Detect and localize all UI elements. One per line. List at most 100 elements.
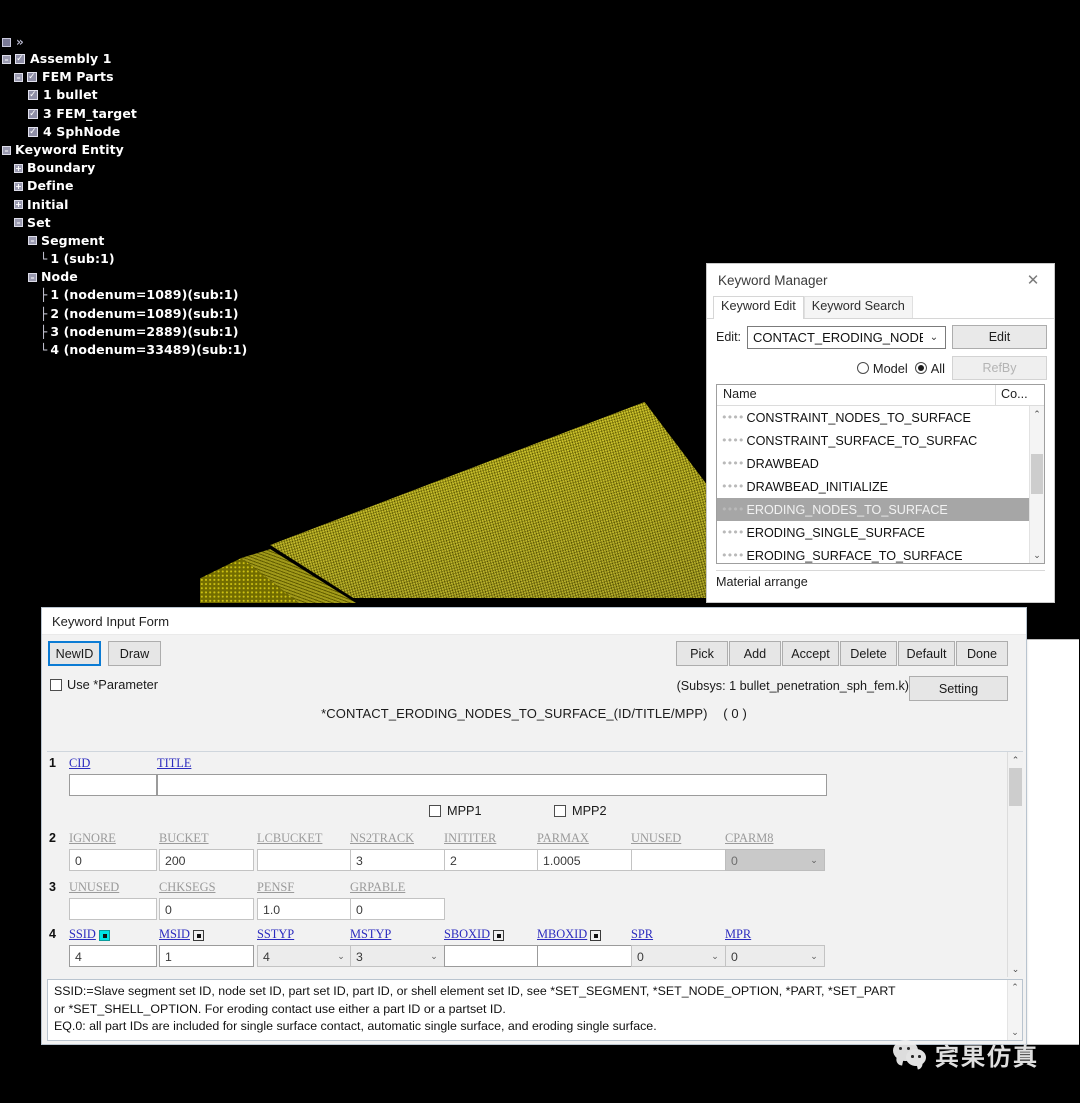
field-picker-icon-ssid[interactable]	[98, 929, 110, 941]
field-input-sboxid[interactable]	[444, 945, 539, 967]
tree-item-fem-parts[interactable]: FEM Parts	[0, 68, 330, 86]
form-scroll-up-icon[interactable]: ⌃	[1008, 752, 1023, 768]
chevron-down-icon[interactable]: ⌄	[705, 951, 725, 962]
help-text-box[interactable]: SSID:=Slave segment set ID, node set ID,…	[47, 979, 1023, 1041]
field-input-lcbucket[interactable]	[257, 849, 352, 871]
tree-expander-plus-icon[interactable]	[14, 200, 23, 210]
checkbox-mpp1[interactable]: MPP1	[429, 804, 482, 818]
tree-item-set[interactable]: Set	[0, 214, 330, 232]
checkbox-box[interactable]	[429, 805, 441, 817]
keyword-list-item[interactable]: •••• CONSTRAINT_NODES_TO_SURFACE	[717, 406, 1044, 429]
field-label-ns2track[interactable]: NS2TRACK	[350, 831, 414, 846]
field-input-cid[interactable]	[69, 774, 157, 796]
field-input-mboxid[interactable]	[537, 945, 632, 967]
field-input-mpr[interactable]: 0 ⌄	[725, 945, 825, 967]
field-label-bucket[interactable]: BUCKET	[159, 831, 209, 846]
tree-item-boundary[interactable]: Boundary	[0, 159, 330, 177]
tree-item-1-sub-1[interactable]: └ 1 (sub:1)	[0, 250, 330, 268]
tree-item-4-nodenum-33489-sub-1[interactable]: └ 4 (nodenum=33489)(sub:1)	[0, 341, 330, 359]
radio-model[interactable]: Model	[856, 361, 908, 376]
field-input-unused[interactable]	[69, 898, 157, 920]
keyword-input-form-window[interactable]: Keyword Input Form NewID Draw Pick Add Acc…	[41, 607, 1027, 1045]
field-label-ignore[interactable]: IGNORE	[69, 831, 116, 846]
field-label-sboxid[interactable]: SBOXID	[444, 927, 505, 942]
add-button[interactable]: Add	[729, 641, 781, 666]
field-input-sstyp[interactable]: 4 ⌄	[257, 945, 352, 967]
model-tree[interactable]: » Assembly 1 FEM Parts 1 bullet 3 FEM_targe…	[0, 34, 330, 359]
checkbox-box[interactable]	[554, 805, 566, 817]
setting-button[interactable]: Setting	[909, 676, 1008, 701]
field-input-title[interactable]	[157, 774, 827, 796]
form-fields-area[interactable]: 1 CID TITLE 2 IGNORE 0 BUCKET 200 LCBUCKET NS2TRA…	[47, 751, 1023, 977]
done-button[interactable]: Done	[956, 641, 1008, 666]
tree-checkbox-icon[interactable]	[15, 54, 25, 65]
checkbox-box[interactable]	[50, 678, 62, 691]
tree-expander-minus-icon[interactable]	[14, 218, 23, 228]
keyword-select-dropdown[interactable]: CONTACT_ERODING_NODES_T ⌄	[747, 325, 946, 349]
keyword-list-item[interactable]: •••• ERODING_SURFACE_TO_SURFACE	[717, 544, 1044, 563]
field-label-msid[interactable]: MSID	[159, 927, 204, 942]
keyword-list-items[interactable]: •••• CONSTRAINT_NODES_TO_SURFACE •••• CONST…	[717, 406, 1044, 563]
help-scrollbar-track[interactable]	[1008, 995, 1022, 1025]
refby-button[interactable]: RefBy	[952, 356, 1047, 380]
scroll-down-icon[interactable]: ⌄	[1030, 547, 1044, 563]
chevron-down-icon[interactable]: ⌄	[331, 951, 351, 962]
radio-all[interactable]: All	[914, 361, 945, 376]
field-input-grpable[interactable]: 0	[350, 898, 445, 920]
tree-item-segment[interactable]: Segment	[0, 232, 330, 250]
field-label-grpable[interactable]: GRPABLE	[350, 880, 405, 895]
delete-button[interactable]: Delete	[840, 641, 897, 666]
tree-item-assembly-1[interactable]: Assembly 1	[0, 50, 330, 68]
use-parameter-checkbox[interactable]: Use *Parameter	[50, 677, 158, 692]
help-scrollbar[interactable]: ⌃ ⌄	[1007, 980, 1022, 1040]
checkbox-mpp2[interactable]: MPP2	[554, 804, 607, 818]
field-input-mstyp[interactable]: 3 ⌄	[350, 945, 445, 967]
field-label-spr[interactable]: SPR	[631, 927, 653, 942]
field-input-cparm8[interactable]: 0 ⌄	[725, 849, 825, 871]
tree-item-1-bullet[interactable]: 1 bullet	[0, 86, 330, 104]
keyword-input-form-toolbar[interactable]: NewID Draw Pick Add Accept Delete Default Don…	[42, 635, 1026, 673]
field-label-unused[interactable]: UNUSED	[631, 831, 681, 846]
tree-expander-minus-icon[interactable]	[2, 145, 11, 155]
field-input-spr[interactable]: 0 ⌄	[631, 945, 726, 967]
default-button[interactable]: Default	[898, 641, 955, 666]
keyword-input-form-subrow[interactable]: Use *Parameter (Subsys: 1 bullet_penetra…	[42, 673, 1026, 703]
field-label-chksegs[interactable]: CHKSEGS	[159, 880, 215, 895]
tree-item-1-nodenum-1089-sub-1[interactable]: ├ 1 (nodenum=1089)(sub:1)	[0, 286, 330, 304]
keyword-list-item[interactable]: •••• ERODING_NODES_TO_SURFACE	[717, 498, 1044, 521]
newid-button[interactable]: NewID	[48, 641, 101, 666]
field-input-chksegs[interactable]: 0	[159, 898, 254, 920]
field-input-pensf[interactable]: 1.0	[257, 898, 352, 920]
help-scroll-up-icon[interactable]: ⌃	[1008, 980, 1022, 995]
chevron-down-icon[interactable]: ⌄	[804, 855, 824, 866]
tree-item-define[interactable]: Define	[0, 177, 330, 195]
keyword-list-scrollbar[interactable]: ⌃ ⌄	[1029, 406, 1044, 563]
keyword-manager-window[interactable]: Keyword Manager ✕ Keyword Edit Keyword Se…	[706, 263, 1055, 603]
tab-keyword-search[interactable]: Keyword Search	[803, 296, 913, 318]
tree-expander-minus-icon[interactable]	[28, 236, 37, 246]
field-input-unused[interactable]	[631, 849, 726, 871]
field-picker-icon-sboxid[interactable]	[493, 929, 505, 941]
close-icon[interactable]: ✕	[1020, 268, 1046, 292]
field-label-cparm8[interactable]: CPARM8	[725, 831, 773, 846]
field-input-parmax[interactable]: 1.0005	[537, 849, 632, 871]
keyword-list[interactable]: Name Co... •••• CONSTRAINT_NODES_TO_SURFA…	[716, 384, 1045, 564]
edit-button[interactable]: Edit	[952, 325, 1047, 349]
field-input-inititer[interactable]: 2	[444, 849, 539, 871]
field-label-lcbucket[interactable]: LCBUCKET	[257, 831, 322, 846]
keyword-list-item[interactable]: •••• DRAWBEAD	[717, 452, 1044, 475]
form-scrollbar[interactable]: ⌃ ⌄	[1007, 752, 1023, 977]
field-input-msid[interactable]: 1	[159, 945, 254, 967]
field-label-mstyp[interactable]: MSTYP	[350, 927, 391, 942]
chevron-down-icon[interactable]: ⌄	[424, 951, 444, 962]
field-label-mboxid[interactable]: MBOXID	[537, 927, 602, 942]
tree-checkbox-icon[interactable]	[28, 108, 38, 119]
tree-expander-plus-icon[interactable]	[14, 163, 23, 173]
radio-all-dot[interactable]	[914, 362, 927, 374]
field-input-ignore[interactable]: 0	[69, 849, 157, 871]
chevron-double-right-icon[interactable]: »	[16, 33, 24, 51]
tree-item-initial[interactable]: Initial	[0, 196, 330, 214]
form-scrollbar-track[interactable]	[1008, 768, 1023, 961]
field-label-unused[interactable]: UNUSED	[69, 880, 119, 895]
field-label-title[interactable]: TITLE	[157, 756, 191, 771]
